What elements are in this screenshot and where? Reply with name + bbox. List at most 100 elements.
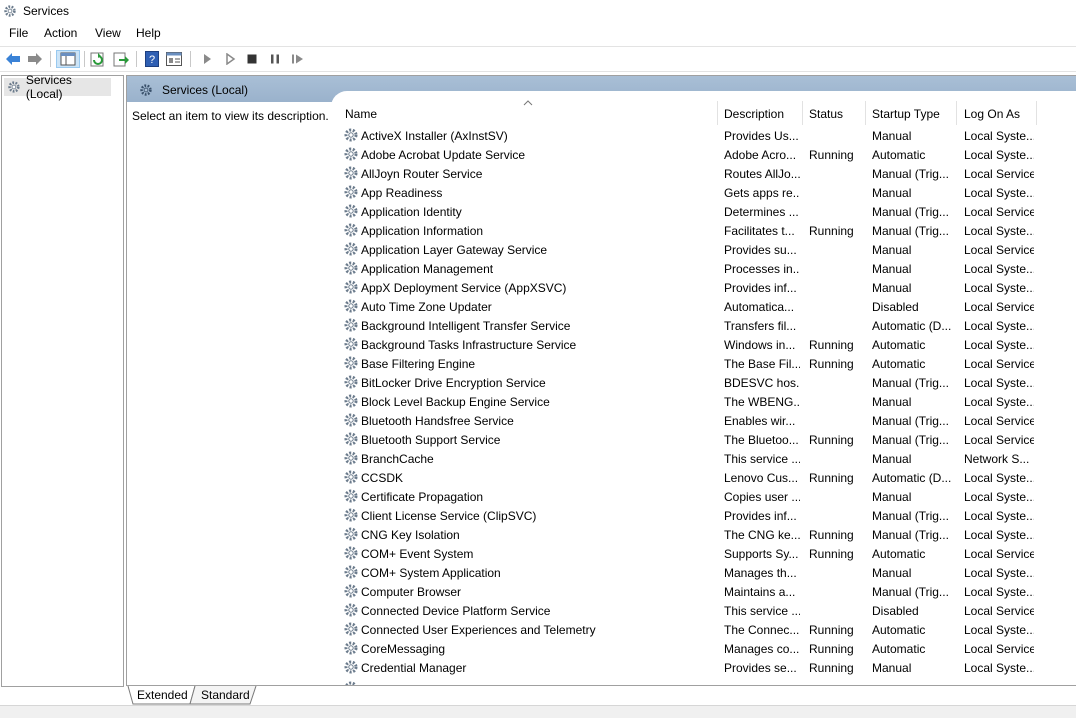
table-row[interactable]: Application Layer Gateway Service Provide… (0, 240, 1076, 259)
cell-name: BranchCache (361, 452, 434, 466)
cell-log-on-as: Local Syste... (964, 148, 1034, 162)
cell-name: ActiveX Installer (AxInstSV) (361, 129, 508, 143)
table-row[interactable]: Bluetooth Handsfree Service Enables wir..… (0, 411, 1076, 430)
gear-icon (344, 508, 358, 522)
cell-status: Running (809, 547, 854, 561)
cell-description: The Bluetoo... (724, 433, 799, 447)
column-divider[interactable] (956, 101, 957, 125)
column-header-status[interactable]: Status (809, 107, 843, 121)
column-divider[interactable] (802, 101, 803, 125)
pause-service-button[interactable] (266, 50, 284, 68)
cell-log-on-as: Local Syste... (964, 471, 1034, 485)
table-row[interactable]: CNG Key Isolation The CNG ke... Running Man… (0, 525, 1076, 544)
gear-icon (344, 413, 358, 427)
menu-help[interactable]: Help (136, 26, 161, 40)
gear-icon (344, 261, 358, 275)
gear-icon (344, 318, 358, 332)
table-row[interactable]: COM+ Event System Supports Sy... Running Au… (0, 544, 1076, 563)
cell-status: Running (809, 148, 854, 162)
menu-view[interactable]: View (95, 26, 121, 40)
table-row[interactable]: Background Tasks Infrastructure Service W… (0, 335, 1076, 354)
start-service-button[interactable] (198, 50, 216, 68)
table-row[interactable]: Client License Service (ClipSVC) Provides… (0, 506, 1076, 525)
cell-startup-type: Automatic (872, 623, 926, 637)
table-row[interactable]: Adobe Acrobat Update Service Adobe Acro..… (0, 145, 1076, 164)
cell-startup-type: Manual (872, 262, 912, 276)
cell-log-on-as: Local Syste... (964, 376, 1034, 390)
tree-node-services-local[interactable]: Services (Local) (4, 73, 111, 101)
restart-service-button[interactable] (289, 50, 307, 68)
properties-button[interactable] (165, 50, 183, 68)
help-button[interactable]: ? (143, 50, 161, 68)
tree-node-label: Services (Local) (25, 73, 72, 101)
table-row[interactable]: Connected Device Platform Service This se… (0, 601, 1076, 620)
tab-standard[interactable]: Standard (201, 686, 250, 704)
show-hide-console-tree-button[interactable] (56, 50, 80, 68)
table-row[interactable]: Application Management Processes in... Man… (0, 259, 1076, 278)
table-row[interactable]: Background Intelligent Transfer Service T… (0, 316, 1076, 335)
column-header-description[interactable]: Description (724, 107, 784, 121)
play-outline-icon (226, 53, 236, 65)
table-row[interactable]: Application Identity Determines ... Manual… (0, 202, 1076, 221)
cell-description: Adobe Acro... (724, 148, 797, 162)
table-row[interactable]: App Readiness Gets apps re... Manual Local … (0, 183, 1076, 202)
cell-startup-type: Manual (Trig... (872, 224, 949, 238)
column-divider[interactable] (865, 101, 866, 125)
table-row[interactable]: CoreMessaging Manages co... Running Automat… (0, 639, 1076, 658)
table-row[interactable]: Computer Browser Maintains a... Manual (Tr… (0, 582, 1076, 601)
menu-file[interactable]: File (9, 26, 28, 40)
gear-icon (344, 603, 358, 617)
table-row[interactable]: CCSDK Lenovo Cus... Running Automatic (D...… (0, 468, 1076, 487)
column-header-name[interactable]: Name (345, 107, 377, 121)
cell-description: The CNG ke... (724, 528, 800, 542)
table-row[interactable]: ActiveX Installer (AxInstSV) Provides Us.… (0, 126, 1076, 145)
column-divider[interactable] (717, 101, 718, 125)
column-divider[interactable] (1036, 101, 1037, 125)
refresh-button[interactable] (89, 50, 107, 68)
table-row[interactable]: Certificate Propagation Copies user ... Ma… (0, 487, 1076, 506)
cell-log-on-as: Local Syste... (964, 338, 1034, 352)
table-row[interactable]: Block Level Backup Engine Service The WBE… (0, 392, 1076, 411)
table-row[interactable]: Bluetooth Support Service The Bluetoo... R… (0, 430, 1076, 449)
toolbar-separator (190, 51, 191, 67)
table-row[interactable]: Credential Manager Provides se... Running M… (0, 658, 1076, 677)
cell-log-on-as: Local Service (964, 642, 1034, 656)
cell-startup-type: Manual (872, 452, 912, 466)
start-service-alt-button[interactable] (221, 50, 239, 68)
cell-startup-type: Automatic (872, 547, 926, 561)
pause-icon (271, 54, 279, 64)
column-header-log-on-as[interactable]: Log On As (964, 107, 1020, 121)
table-row[interactable]: Base Filtering Engine The Base Fil... Runn… (0, 354, 1076, 373)
description-hint: Select an item to view its description. (132, 109, 329, 123)
export-icon (113, 52, 129, 67)
gear-icon (344, 451, 358, 465)
table-row[interactable]: Connected User Experiences and Telemetry… (0, 620, 1076, 639)
tab-extended[interactable]: Extended (137, 686, 188, 704)
table-row[interactable]: AppX Deployment Service (AppXSVC) Provide… (0, 278, 1076, 297)
table-row[interactable]: COM+ System Application Manages th... Manu… (0, 563, 1076, 582)
stop-icon (247, 54, 257, 64)
restart-icon (292, 54, 303, 64)
column-header-startup-type[interactable]: Startup Type (872, 107, 940, 121)
table-row[interactable]: BitLocker Drive Encryption Service BDESVC… (0, 373, 1076, 392)
cell-status: Running (809, 528, 854, 542)
menu-action[interactable]: Action (44, 26, 77, 40)
arrow-left-icon (6, 53, 20, 65)
gear-icon (344, 128, 358, 142)
gear-icon (344, 394, 358, 408)
stop-service-button[interactable] (243, 50, 261, 68)
gear-icon (344, 641, 358, 655)
cell-startup-type: Manual (872, 490, 912, 504)
forward-button[interactable] (26, 50, 44, 68)
table-row[interactable]: Auto Time Zone Updater Automatica... Disab… (0, 297, 1076, 316)
cell-name: Base Filtering Engine (361, 357, 476, 371)
export-list-button[interactable] (112, 50, 130, 68)
view-tabs: Extended Standard (126, 685, 1076, 706)
table-row[interactable]: AllJoyn Router Service Routes AllJo... Man… (0, 164, 1076, 183)
back-button[interactable] (4, 50, 22, 68)
cell-name: Application Management (361, 262, 494, 276)
table-row[interactable]: Application Information Facilitates t... R… (0, 221, 1076, 240)
gear-icon (344, 470, 358, 484)
table-row[interactable]: BranchCache This service ... Manual Network… (0, 449, 1076, 468)
cell-log-on-as: Local Syste... (964, 661, 1034, 675)
